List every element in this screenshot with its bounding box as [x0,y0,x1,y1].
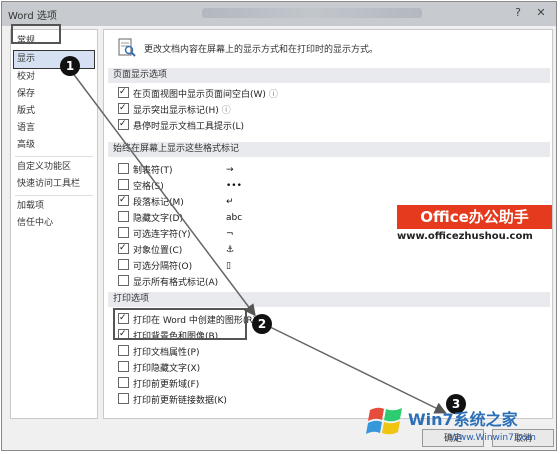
callout-step-1: 1 [60,56,80,76]
checkbox-unchecked[interactable] [118,361,129,372]
checkbox-checked[interactable] [118,117,129,131]
options-sidebar: 常规 显示 校对 保存 版式 语言 高级 自定义功能区 快速访问工具栏 加载项 … [10,29,98,419]
checkbox-unchecked[interactable] [118,211,129,222]
print-options-highlight-box [113,308,247,340]
sidebar-item-language[interactable]: 语言 [11,120,97,137]
optional-hyphens-option[interactable]: 可选连字符(Y) ¬ [118,227,234,241]
print-options-section-header: 打印选项 [108,292,550,307]
checkbox-checked[interactable] [118,241,129,255]
object-anchors-option[interactable]: 对象位置(C)⚓ [118,241,234,257]
checkbox-unchecked[interactable] [118,377,129,388]
show-all-marks-option[interactable]: 显示所有格式标记(A) [118,275,218,289]
hidden-text-option[interactable]: 隐藏文字(D) abc [118,211,242,225]
sidebar-item-save[interactable]: 保存 [11,86,97,103]
win7-watermark: Win7系统之家 [408,410,518,429]
checkbox-checked[interactable] [118,193,129,207]
windows-logo-icon [366,407,402,435]
callout-step-2: 2 [252,314,272,334]
checkbox-unchecked[interactable] [118,259,129,270]
sidebar-item-trust-center[interactable]: 信任中心 [11,215,97,232]
print-document-properties-option[interactable]: 打印文档属性(P) [118,345,199,359]
checkbox-unchecked[interactable] [118,163,129,174]
sidebar-item-typography[interactable]: 版式 [11,103,97,120]
checkbox-unchecked[interactable] [118,275,129,286]
paragraph-mark-icon: ↵ [226,197,234,207]
hyphen-mark-icon: ¬ [226,229,234,239]
sidebar-item-display[interactable]: 显示 [13,50,95,69]
checkbox-checked[interactable] [118,101,129,115]
close-button[interactable]: ✕ [531,5,551,21]
office-assistant-watermark: Office办公助手 [397,205,552,229]
office-assistant-url: www.officezhushou.com [397,231,533,242]
print-hidden-text-option[interactable]: 打印隐藏文字(X) [118,361,200,375]
tab-characters-option[interactable]: 制表符(T) → [118,163,234,177]
sidebar-item-advanced[interactable]: 高级 [11,137,97,154]
checkbox-unchecked[interactable] [118,227,129,238]
info-icon: ⓘ [221,106,231,116]
checkbox-checked[interactable] [118,85,129,99]
info-icon: ⓘ [268,90,278,100]
optional-breaks-option[interactable]: 可选分隔符(O) ▯ [118,259,231,273]
sidebar-item-add-ins[interactable]: 加载项 [11,198,97,215]
sidebar-item-proofing[interactable]: 校对 [11,69,97,86]
panel-description: 更改文档内容在屏幕上的显示方式和在打印时的显示方式。 [144,45,379,55]
hidden-text-mark-icon: abc [226,213,243,223]
sidebar-item-customize-ribbon[interactable]: 自定义功能区 [11,159,97,176]
checkbox-unchecked[interactable] [118,345,129,356]
anchor-icon: ⚓ [226,245,235,255]
display-highlight-box [11,24,61,44]
show-highlighter-marks-option[interactable]: 显示突出显示标记(H) ⓘ [118,101,231,117]
checkbox-unchecked[interactable] [118,393,129,404]
document-magnifier-icon [118,38,136,57]
formatting-marks-section-header: 始终在屏幕上显示这些格式标记 [108,142,550,157]
break-mark-icon: ▯ [226,261,231,271]
update-fields-option[interactable]: 打印前更新域(F) [118,377,199,391]
win7-url: Www.Winwin7.com [450,433,536,443]
checkbox-unchecked[interactable] [118,179,129,190]
tab-mark-icon: → [226,165,234,175]
sidebar-divider [15,195,93,196]
show-white-space-option[interactable]: 在页面视图中显示页面间空白(W) ⓘ [118,85,278,101]
spaces-option[interactable]: 空格(S) ••• [118,179,242,193]
window-title: Word 选项 [8,11,57,22]
sidebar-item-quick-access-toolbar[interactable]: 快速访问工具栏 [11,176,97,193]
sidebar-divider [15,156,93,157]
title-bar: Word 选项 ? ✕ [2,2,556,26]
paragraph-marks-option[interactable]: 段落标记(M)↵ [118,193,234,209]
page-display-section-header: 页面显示选项 [108,68,550,83]
space-mark-icon: ••• [226,181,242,191]
blurred-title-area [202,8,422,18]
help-button[interactable]: ? [508,5,528,21]
show-tooltips-option[interactable]: 悬停时显示文档工具提示(L) [118,117,244,133]
update-linked-data-option[interactable]: 打印前更新链接数据(K) [118,393,227,407]
